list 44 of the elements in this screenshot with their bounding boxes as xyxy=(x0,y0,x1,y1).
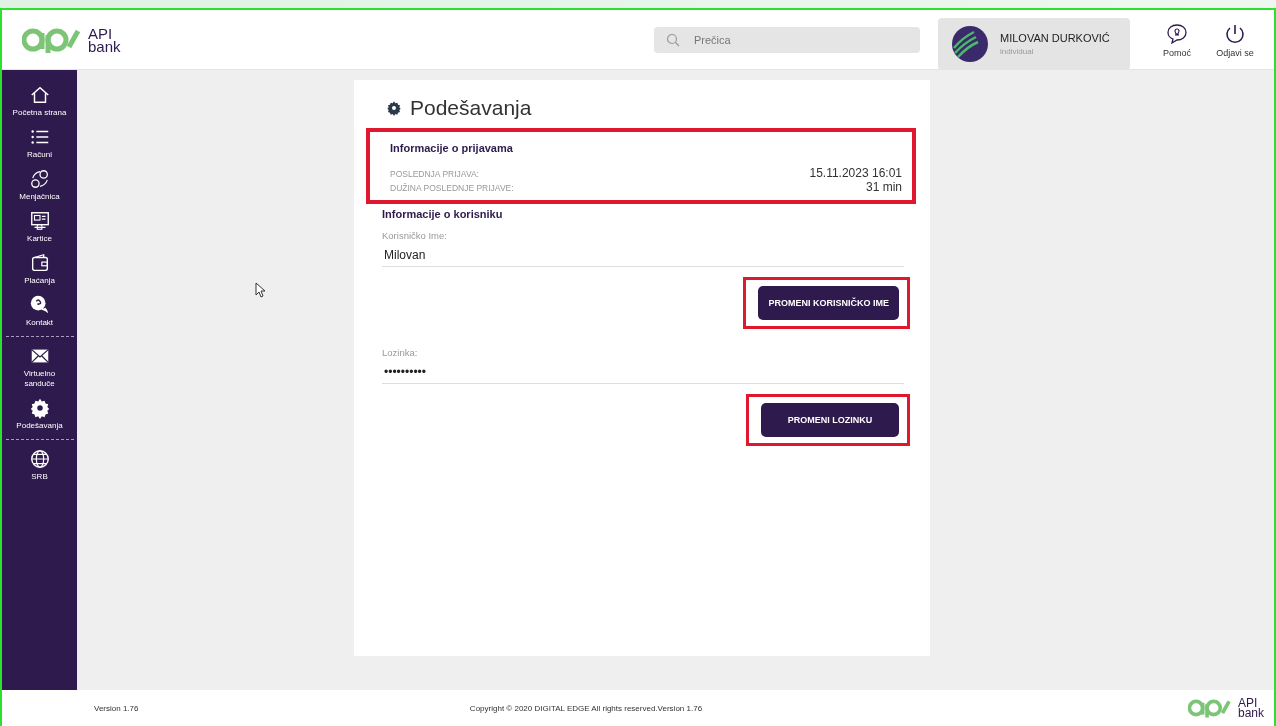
computer-icon xyxy=(28,210,51,232)
sidebar-item[interactable]: Kartice xyxy=(2,206,77,248)
info-value: 15.11.2023 16:01 xyxy=(809,166,902,180)
currency-exchange-icon xyxy=(28,168,51,190)
house-icon xyxy=(28,84,51,106)
logo-mark-icon xyxy=(22,26,82,53)
version-text: Version 1.76 xyxy=(94,703,140,713)
sidebar-item[interactable]: Podešavanja xyxy=(2,393,77,435)
info-value: 31 min xyxy=(865,180,902,194)
lightbulb-bubble-icon xyxy=(1165,21,1189,46)
logout-button[interactable]: Odjavi se xyxy=(1206,21,1264,58)
sidebar-item[interactable]: Plaćanja xyxy=(2,248,77,290)
sidebar-item[interactable]: SRB xyxy=(2,444,77,486)
change-button[interactable]: PROMENI LOZINKU xyxy=(761,403,899,437)
info-label: POSLEDNJA PRIJAVA: xyxy=(390,169,479,179)
cursor-icon xyxy=(255,282,267,298)
search-field[interactable]: Prečica xyxy=(654,26,920,53)
help-button[interactable]: Pomoć xyxy=(1148,21,1206,58)
logo-mark-icon xyxy=(1187,698,1232,718)
section-heading: Informacije o korisniku xyxy=(382,208,504,220)
section-heading: Informacije o prijavama xyxy=(390,142,514,154)
logo-text: API bank xyxy=(1237,698,1264,718)
gear-icon xyxy=(28,397,51,419)
page-title: Podešavanja xyxy=(410,96,532,120)
avatar-icon xyxy=(952,25,988,62)
change-button[interactable]: PROMENI KORISNIČKO IME xyxy=(758,286,899,320)
info-label: DUŽINA POSLEDNJE PRIJAVE: xyxy=(390,183,514,193)
user-card[interactable]: MILOVAN DURKOVIĆ individual xyxy=(938,17,1130,70)
sidebar-item[interactable]: Računi xyxy=(2,122,77,164)
user-role: individual xyxy=(1000,46,1035,56)
input-field[interactable]: •••••••••• xyxy=(382,362,904,384)
field-label: Lozinka: xyxy=(382,347,419,358)
input-field[interactable]: Milovan xyxy=(382,245,904,267)
question-bubble-icon xyxy=(28,294,51,316)
user-name: MILOVAN DURKOVIĆ xyxy=(1000,31,1110,44)
copyright-text: Copyright © 2020 DIGITAL EDGE All rights reserved.Version 1.76 xyxy=(468,703,704,713)
gear-icon xyxy=(386,100,402,116)
globe-icon xyxy=(28,448,51,470)
sidebar-item[interactable]: Menjačnica xyxy=(2,164,77,206)
sidebar-item[interactable]: Kontakt xyxy=(2,290,77,332)
sidebar-item[interactable]: Početna strana xyxy=(2,80,77,122)
logo-text: API bank xyxy=(88,26,121,53)
field-label: Korisničko Ime: xyxy=(382,230,448,241)
sidebar-item[interactable]: Virtuelno sanduče xyxy=(2,341,77,393)
